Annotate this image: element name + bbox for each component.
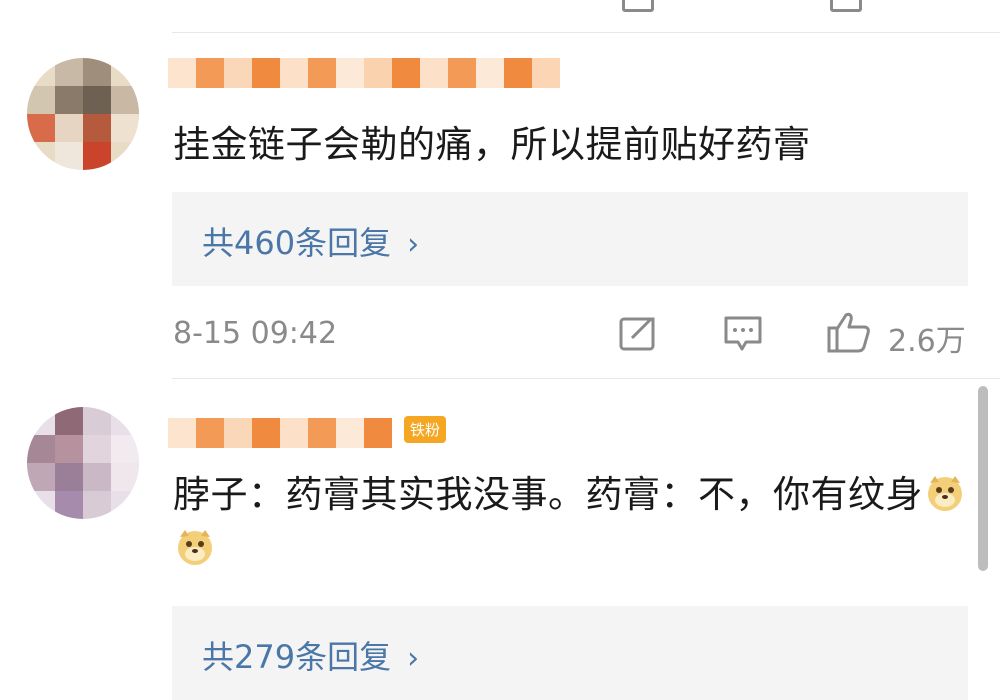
chevron-right-icon: › <box>407 641 420 676</box>
username[interactable] <box>168 58 560 88</box>
share-icon[interactable] <box>622 0 654 12</box>
doge-emoji-icon <box>178 530 212 565</box>
replies-count: 共279条回复 <box>202 638 392 676</box>
avatar[interactable] <box>27 58 139 170</box>
scrollbar[interactable] <box>978 386 988 571</box>
username[interactable] <box>168 418 392 448</box>
avatar[interactable] <box>27 407 139 519</box>
replies-box[interactable]: 共460条回复 › <box>172 192 968 286</box>
doge-emoji-icon <box>928 476 962 511</box>
fan-badge: 铁粉 <box>404 416 447 443</box>
comment-icon[interactable] <box>830 0 862 12</box>
comment-timestamp: 8-15 09:42 <box>173 316 338 351</box>
comment-text: 脖子：药膏其实我没事。药膏：不，你有纹身 <box>173 468 973 576</box>
replies-count: 共460条回复 <box>202 224 392 262</box>
thumbs-up-icon[interactable] <box>826 310 872 354</box>
replies-box[interactable]: 共279条回复 › <box>172 606 968 700</box>
share-icon[interactable] <box>618 314 658 352</box>
comment-icon[interactable] <box>722 314 764 354</box>
view-replies-link[interactable]: 共460条回复 › <box>202 218 419 264</box>
divider <box>172 32 1000 33</box>
comment-body: 脖子：药膏其实我没事。药膏：不，你有纹身 <box>173 473 923 516</box>
divider <box>172 378 1000 379</box>
view-replies-link[interactable]: 共279条回复 › <box>202 632 419 678</box>
previous-comment-actions <box>0 0 1000 12</box>
comment-text: 挂金链子会勒的痛，所以提前贴好药膏 <box>173 123 811 166</box>
like-count: 2.6万 <box>888 324 966 359</box>
chevron-right-icon: › <box>407 227 420 262</box>
comment-icon[interactable] <box>728 0 754 6</box>
